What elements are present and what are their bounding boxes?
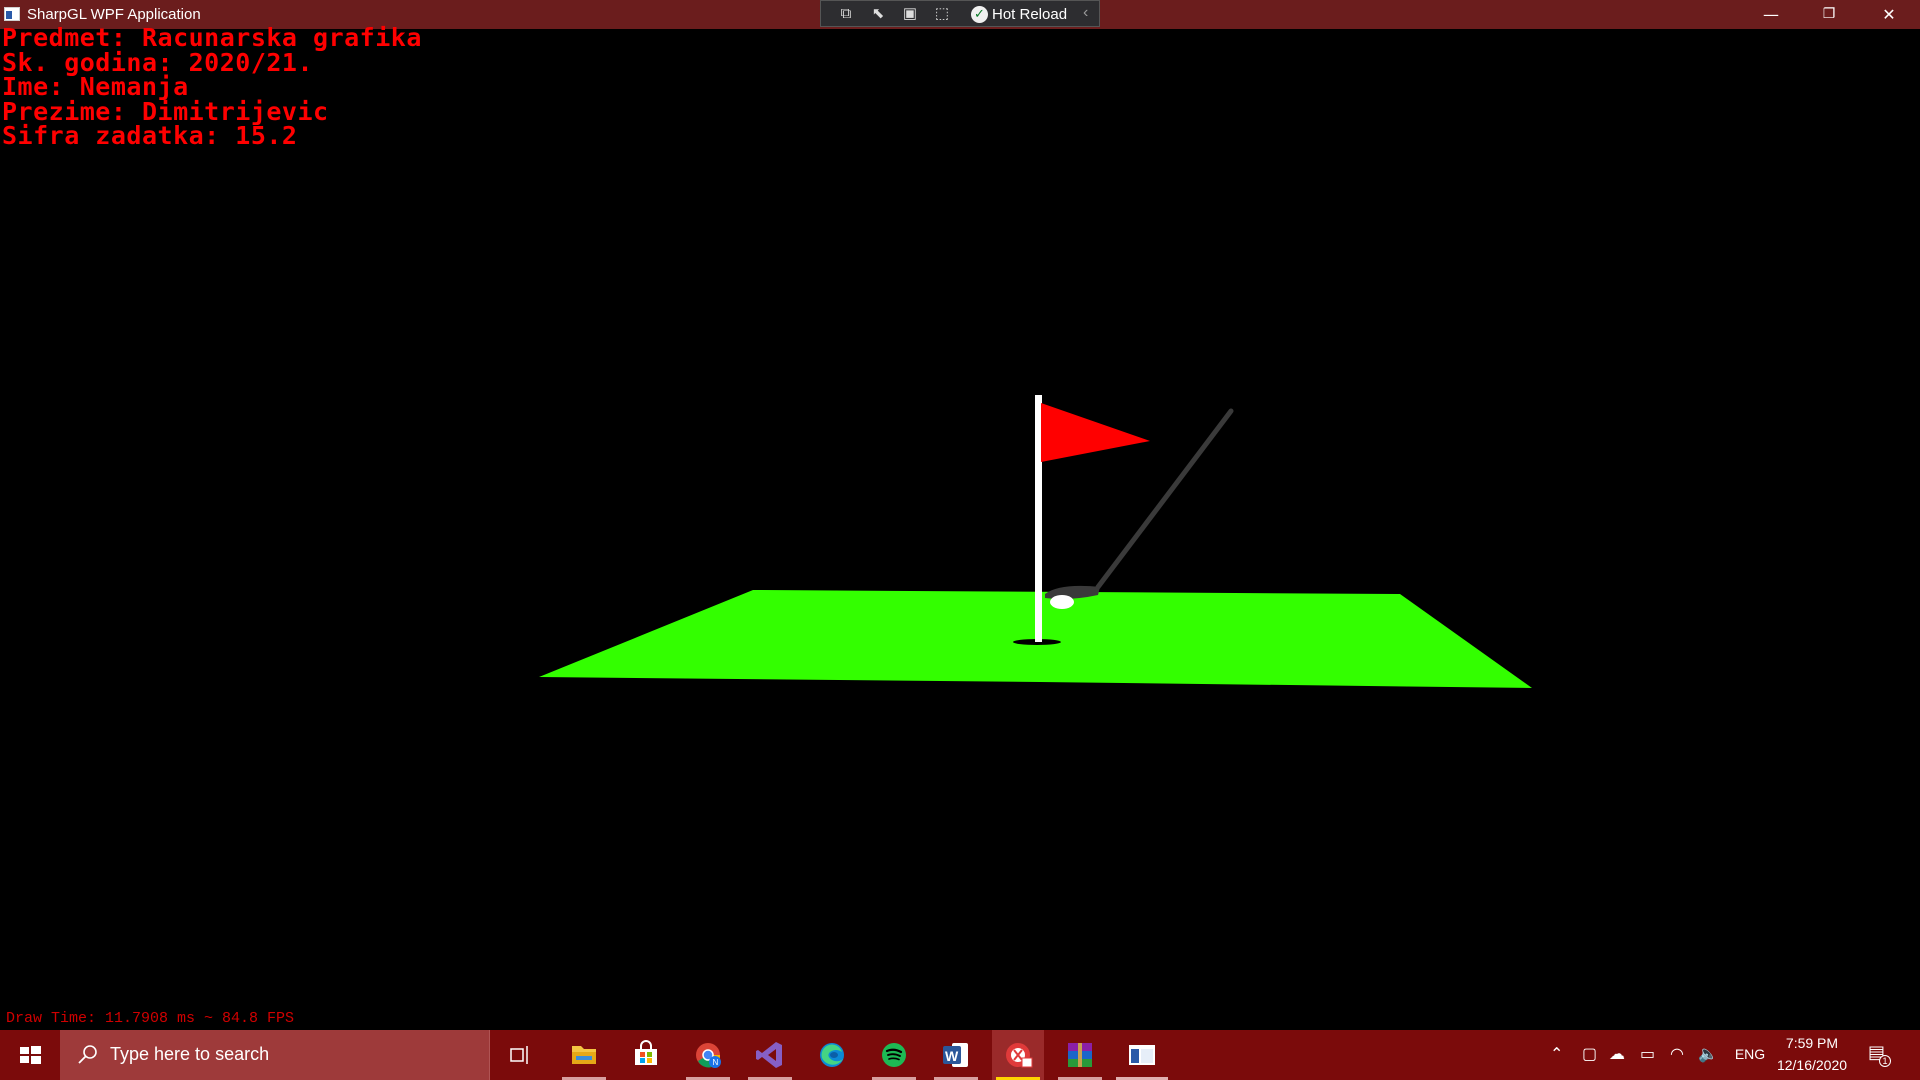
collapse-toolbar-icon[interactable]: ‹ [1083, 4, 1088, 22]
hot-reload-toolbar: ⧉ ⬉ ▣ ⬚ ✓ Hot Reload ‹ [820, 0, 1100, 27]
notification-count: 1 [1879, 1055, 1891, 1067]
taskbar-snipping-app[interactable] [992, 1030, 1044, 1080]
task-view-button[interactable] [494, 1030, 546, 1080]
close-button[interactable]: ✕ [1858, 0, 1920, 29]
flag [1041, 403, 1150, 462]
show-hidden-icons[interactable]: ⌃ [1550, 1044, 1563, 1063]
taskbar-word[interactable]: W [930, 1030, 982, 1080]
start-button[interactable] [0, 1030, 60, 1080]
wifi-icon[interactable]: ◠ [1670, 1044, 1684, 1063]
golf-scene[interactable] [0, 29, 1920, 1030]
taskbar-store[interactable] [620, 1030, 672, 1080]
taskbar-edge[interactable] [806, 1030, 858, 1080]
search-box[interactable]: Type here to search [60, 1030, 490, 1080]
minimize-button[interactable]: — [1742, 0, 1800, 29]
select-element-icon[interactable]: ⬉ [867, 5, 889, 23]
task-view-icon [510, 1046, 528, 1064]
app-icon [4, 7, 20, 21]
language-indicator[interactable]: ENG [1732, 1046, 1768, 1062]
battery-icon[interactable]: ▭ [1640, 1044, 1655, 1063]
chrome-icon: N [696, 1043, 721, 1068]
onedrive-icon[interactable]: ☁ [1609, 1044, 1625, 1063]
hot-reload-label[interactable]: Hot Reload [992, 6, 1067, 23]
clock-date[interactable]: 12/16/2020 [1772, 1057, 1852, 1073]
taskbar-sharpgl-app[interactable] [1116, 1030, 1168, 1080]
svg-text:W: W [945, 1048, 959, 1064]
visual-studio-icon [756, 1042, 782, 1068]
windows-logo-icon [20, 1046, 41, 1064]
meet-now-icon[interactable]: ▢ [1582, 1044, 1597, 1063]
live-visual-tree-icon[interactable]: ⧉ [835, 5, 857, 23]
folder-icon [572, 1046, 596, 1064]
word-icon: W [943, 1043, 968, 1067]
taskbar-winrar[interactable] [1054, 1030, 1106, 1080]
track-focus-icon[interactable]: ⬚ [931, 5, 953, 23]
taskbar-chrome[interactable]: N [682, 1030, 734, 1080]
flag-pole [1035, 395, 1042, 642]
info-first-name: Ime: Nemanja [2, 72, 189, 101]
display-layout-adorners-icon[interactable]: ▣ [899, 5, 921, 23]
info-subject: Predmet: Racunarska grafika [2, 23, 422, 52]
app-window-icon [1129, 1045, 1155, 1065]
winrar-icon [1068, 1043, 1092, 1067]
window-title: SharpGL WPF Application [27, 6, 201, 23]
spotify-icon [882, 1043, 906, 1067]
svg-text:N: N [713, 1058, 719, 1067]
maximize-button[interactable]: ❐ [1800, 0, 1858, 29]
taskbar-visual-studio[interactable] [744, 1030, 796, 1080]
search-icon [78, 1045, 97, 1064]
taskbar-file-explorer[interactable] [558, 1030, 610, 1080]
clock-time[interactable]: 7:59 PM [1772, 1035, 1852, 1051]
edge-icon [820, 1043, 844, 1067]
search-placeholder: Type here to search [110, 1044, 270, 1064]
taskbar-spotify[interactable] [868, 1030, 920, 1080]
student-info: Predmet: Racunarska grafika Sk. godina: … [2, 23, 422, 150]
golf-ball [1050, 595, 1074, 609]
taskbar: Type here to search N W ⌃ ▢ ☁ ▭ ◠ 🔈 ENG … [0, 1030, 1920, 1080]
snipping-icon [1006, 1043, 1033, 1068]
volume-icon[interactable]: 🔈 [1698, 1044, 1718, 1063]
hot-reload-status-icon: ✓ [971, 6, 988, 23]
draw-time-label: Draw Time: 11.7908 ms ~ 84.8 FPS [6, 1010, 295, 1027]
store-icon [635, 1040, 657, 1065]
info-task-code: Sifra zadatka: 15.2 [2, 121, 298, 150]
